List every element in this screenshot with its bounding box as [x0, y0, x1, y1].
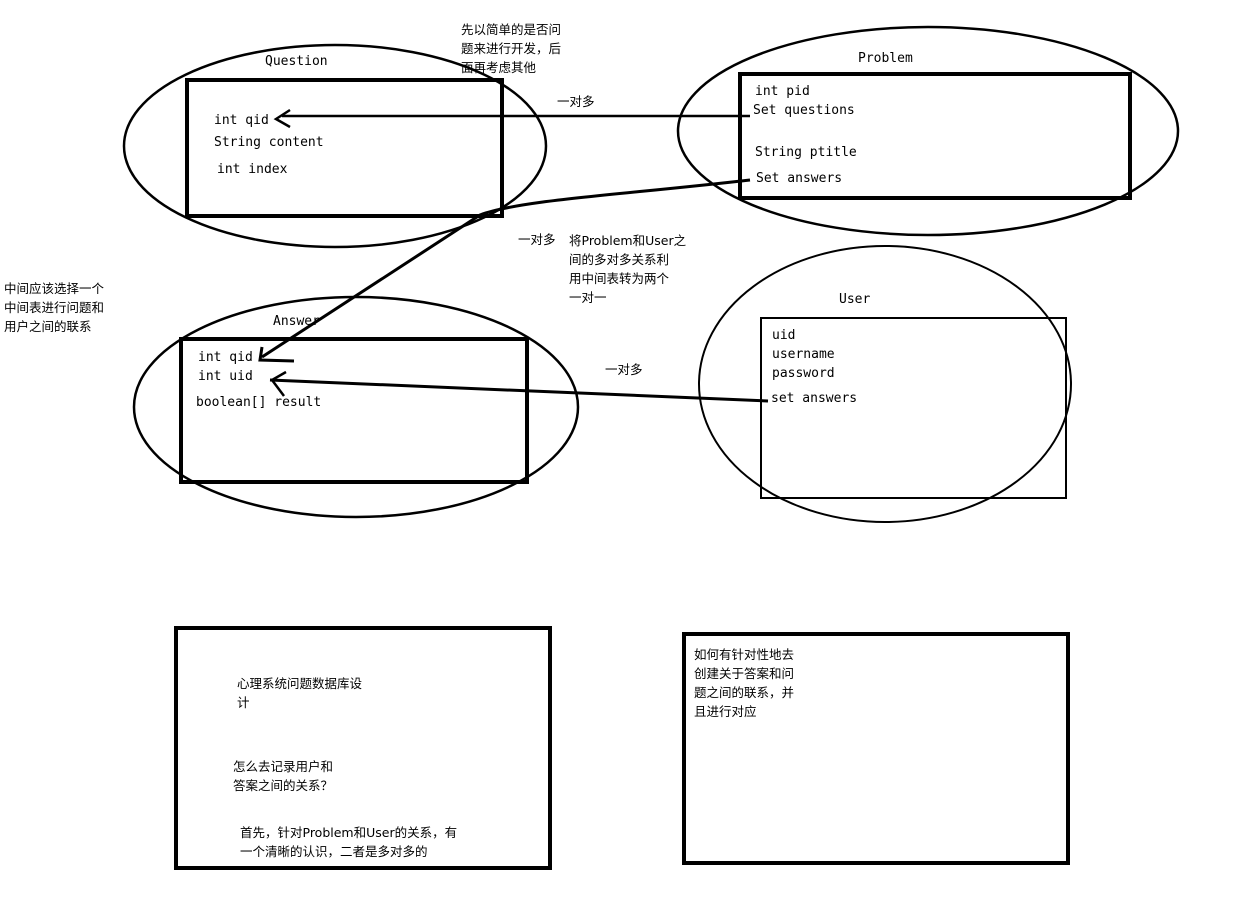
left-box-question-line2: 答案之间的关系？ [233, 778, 334, 793]
note-middle: 将Problem和User之 间的多对多关系利 用中间表转为两个 一对一 [569, 233, 687, 305]
problem-field-questions: Set questions [753, 103, 855, 118]
problem-field-pid: int pid [755, 84, 810, 99]
relation-label-user-answer: 一对多 [605, 362, 643, 377]
arrowhead-answer-uid [270, 370, 287, 397]
user-field-password: password [772, 366, 835, 381]
left-box-answer-line2: 一个清晰的认识，二者是多对多的 [240, 844, 428, 859]
relation-line-user-answer [269, 378, 769, 403]
question-title: Question [265, 54, 328, 69]
user-field-answers: set answers [771, 391, 858, 406]
question-field-content: String content [214, 135, 324, 150]
note-left: 中间应该选择一个 中间表进行问题和 用户之间的联系 [4, 281, 105, 334]
problem-field-ptitle: String ptitle [755, 145, 857, 160]
schema-diagram [122, 25, 1180, 870]
arrowhead-question-qid [273, 108, 291, 129]
answer-field-uid: int uid [198, 369, 253, 384]
user-field-uid: uid [772, 328, 796, 343]
relation-label-problem-question: 一对多 [557, 94, 595, 109]
problem-ellipse [676, 25, 1180, 237]
problem-field-answers: Set answers [756, 171, 843, 186]
left-box-question-line1: 怎么去记录用户和 [233, 759, 334, 774]
answer-field-result: boolean[] result [196, 395, 322, 410]
user-field-username: username [772, 347, 835, 362]
right-box-text: 如何有针对性地去 创建关于答案和问 题之间的联系，并 且进行对应 [694, 647, 795, 719]
question-field-index: int index [217, 162, 288, 177]
user-title: User [839, 292, 871, 307]
left-box-title-line1: 心理系统问题数据库设 [237, 676, 363, 691]
note-top: 先以简单的是否问 题来进行开发，后 面再考虑其他 [461, 22, 562, 75]
answer-field-qid: int qid [198, 350, 253, 365]
question-field-qid: int qid [214, 113, 269, 128]
user-ellipse [698, 245, 1072, 523]
answer-title: Answer [273, 314, 320, 329]
problem-title: Problem [858, 51, 913, 66]
left-box-title-line2: 计 [237, 695, 250, 710]
left-box-answer-line1: 首先，针对Problem和User的关系，有 [240, 825, 458, 840]
user-box [760, 317, 1067, 499]
relation-label-problem-answer: 一对多 [518, 232, 556, 247]
